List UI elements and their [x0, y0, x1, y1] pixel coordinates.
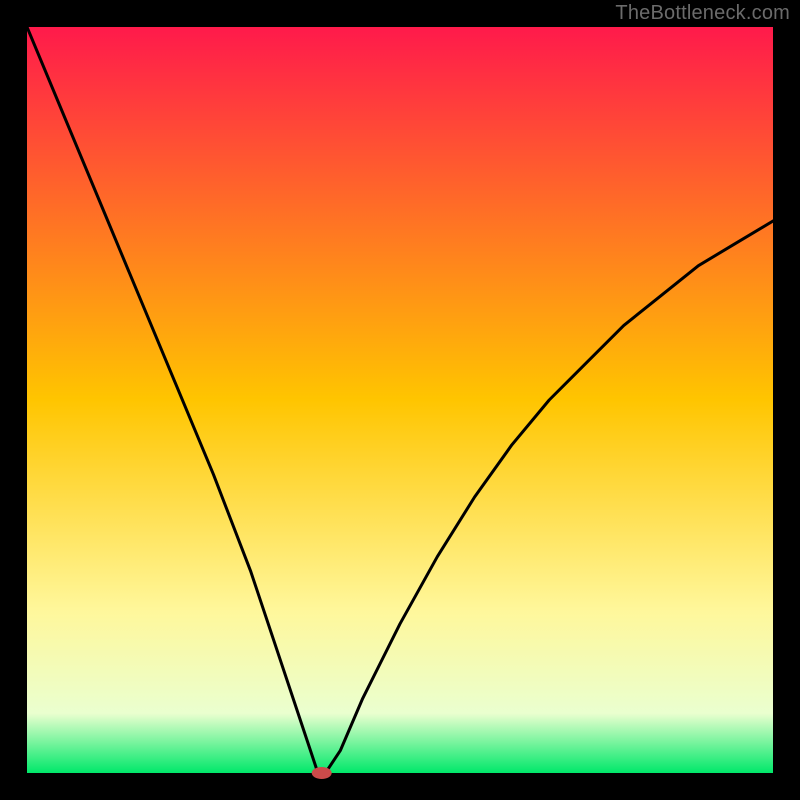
attribution-label: TheBottleneck.com — [615, 2, 790, 25]
bottleneck-chart — [0, 0, 800, 800]
plot-background — [27, 27, 773, 773]
marker-group — [312, 767, 332, 779]
chart-container: TheBottleneck.com — [0, 0, 800, 800]
optimal-marker — [312, 767, 332, 779]
